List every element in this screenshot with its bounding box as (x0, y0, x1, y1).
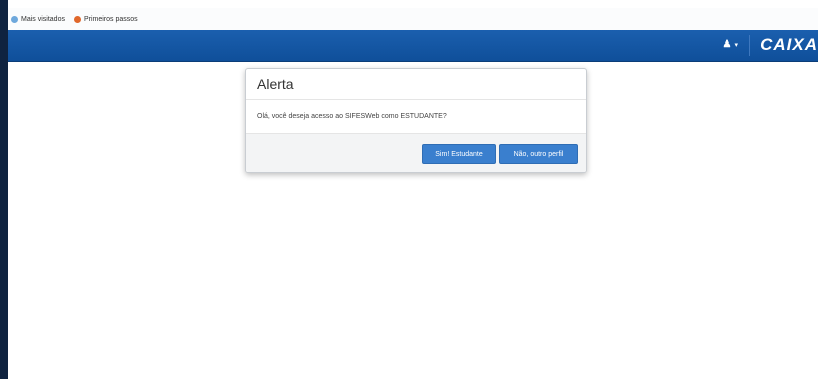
user-menu-button[interactable]: ♟ ▾ (723, 39, 738, 50)
dialog-footer: Sim! Estudante Não, outro perfil (246, 133, 586, 172)
header-divider (749, 35, 750, 56)
user-icon: ♟ (722, 39, 732, 50)
dialog-title: Alerta (257, 76, 294, 92)
alert-dialog: Alerta Olá, você deseja acesso ao SIFESW… (245, 68, 587, 173)
site-header: ♟ ▾ CAIXA (8, 30, 818, 62)
dialog-header: Alerta (246, 69, 586, 100)
dialog-body: Olá, você deseja acesso ao SIFESWeb como… (246, 100, 586, 133)
bookmark-label: Primeiros passos (83, 15, 138, 23)
bookmark-primeiros-passos[interactable]: Primeiros passos (73, 15, 138, 23)
browser-screen: Mais visitados Primeiros passos ♟ ▾ CAIX… (0, 0, 818, 379)
globe-icon (11, 15, 18, 23)
bookmark-mais-visitados[interactable]: Mais visitados (11, 15, 65, 23)
firefox-icon (73, 15, 81, 23)
bookmark-label: Mais visitados (21, 15, 65, 23)
other-profile-button[interactable]: Não, outro perfil (499, 144, 578, 164)
bookmarks-toolbar: Mais visitados Primeiros passos (8, 8, 818, 31)
window-frame (0, 0, 8, 379)
dialog-message: Olá, você deseja acesso ao SIFESWeb como… (257, 113, 447, 120)
chevron-down-icon: ▾ (734, 41, 738, 49)
yes-student-button[interactable]: Sim! Estudante (422, 144, 496, 164)
caixa-logo: CAIXA (760, 35, 818, 54)
